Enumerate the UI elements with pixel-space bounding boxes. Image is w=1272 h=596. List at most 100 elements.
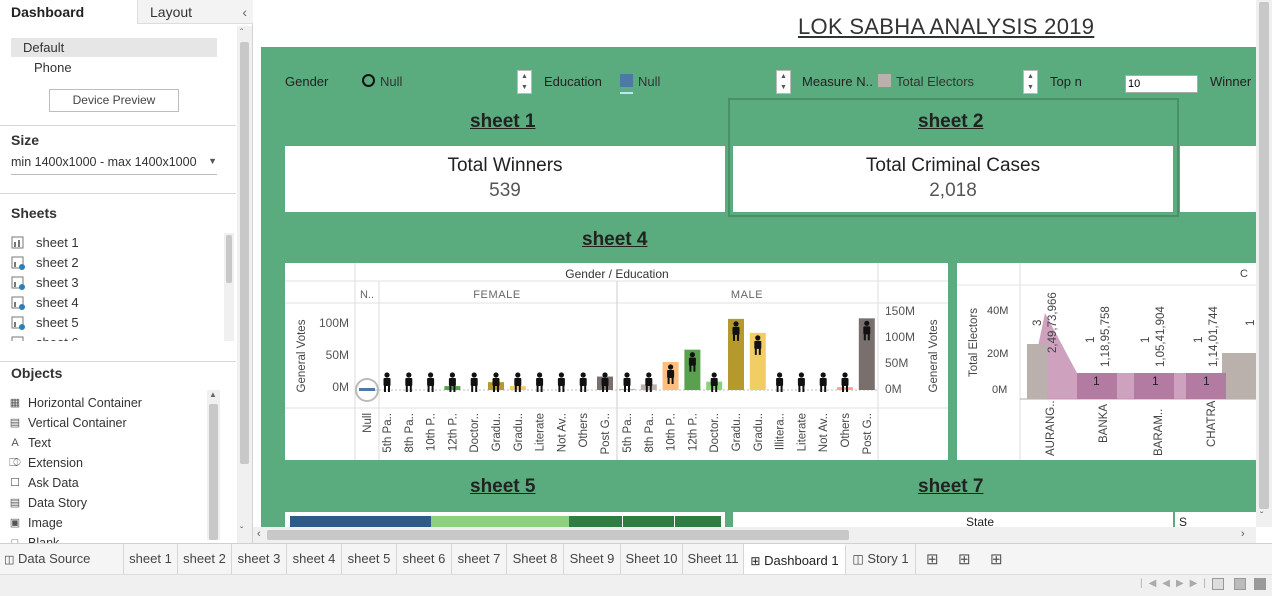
tab-layout[interactable]: Layout ‹ bbox=[137, 0, 253, 24]
sheet3-kpi-card-partial[interactable] bbox=[1180, 146, 1256, 212]
chevron-down-icon[interactable]: ▼ bbox=[777, 82, 790, 93]
person-figure-icon bbox=[797, 378, 805, 386]
y-tick-label: 100M bbox=[319, 316, 349, 330]
chevron-up-icon[interactable]: ▲ bbox=[1024, 71, 1037, 82]
new-worksheet-icon[interactable]: ⊞ bbox=[926, 550, 939, 568]
canvas-vertical-scrollbar[interactable]: ˇ bbox=[1256, 0, 1272, 527]
object-extension[interactable]: ⎄ Extension bbox=[9, 453, 83, 473]
sheet-navigation-icon[interactable]: |◀◀▶▶| bbox=[1140, 578, 1212, 589]
tab-sheet-8[interactable]: Sheet 8 bbox=[507, 544, 564, 574]
person-figure-icon bbox=[448, 378, 456, 386]
object-horizontal-container[interactable]: ▦ Horizontal Container bbox=[9, 393, 142, 413]
sheets-heading: Sheets bbox=[11, 205, 57, 221]
objects-scrollbar[interactable]: ▲ bbox=[207, 390, 220, 540]
chevron-left-icon[interactable]: ‹ bbox=[242, 0, 247, 24]
scrollbar-thumb[interactable] bbox=[209, 404, 218, 540]
person-figure-icon bbox=[427, 378, 435, 386]
tab-story-1[interactable]: ◫ Story 1 bbox=[846, 544, 916, 574]
person-figure-icon bbox=[715, 385, 718, 392]
scroll-left-icon[interactable]: ‹ bbox=[257, 528, 261, 540]
measure-stepper[interactable]: ▲ ▼ bbox=[1023, 70, 1038, 94]
sheet-list-item[interactable]: sheet 3 bbox=[11, 273, 79, 293]
scrollbar-thumb[interactable] bbox=[267, 530, 849, 540]
objects-list: ▦ Horizontal Container ▤ Vertical Containe… bbox=[0, 393, 205, 543]
object-vertical-container[interactable]: ▤ Vertical Container bbox=[9, 413, 127, 433]
gender-filter-value[interactable]: Null bbox=[380, 74, 402, 89]
facet-header: N.. bbox=[360, 289, 374, 301]
chevron-up-icon[interactable]: ▲ bbox=[518, 71, 531, 82]
scroll-down-icon[interactable]: ˇ bbox=[240, 526, 243, 537]
chevron-down-icon[interactable]: ▼ bbox=[1024, 82, 1037, 93]
new-story-icon[interactable]: ⊞ bbox=[990, 550, 1003, 568]
scrollbar-thumb[interactable] bbox=[226, 235, 232, 283]
person-figure-icon bbox=[470, 378, 478, 386]
tab-sheet-5[interactable]: sheet 5 bbox=[342, 544, 397, 574]
tab-dashboard[interactable]: Dashboard bbox=[0, 0, 137, 24]
sheet-list-item[interactable]: sheet 1 bbox=[11, 233, 79, 253]
left-panel-scrollbar[interactable]: ˆ ˇ bbox=[237, 26, 252, 543]
scroll-up-icon[interactable]: ˆ bbox=[240, 28, 243, 39]
show-sheet-sorter-icon[interactable] bbox=[1212, 578, 1224, 590]
show-tabs-icon[interactable] bbox=[1254, 578, 1266, 590]
sheet-list-item[interactable]: sheet 5 bbox=[11, 313, 79, 333]
tab-dashboard-1[interactable]: ⊞ Dashboard 1 bbox=[744, 544, 846, 574]
scrollbar-thumb[interactable] bbox=[1259, 2, 1269, 509]
gender-stepper[interactable]: ▲ ▼ bbox=[517, 70, 532, 94]
bar-mark bbox=[837, 387, 853, 390]
color-legend-swatch[interactable] bbox=[620, 74, 633, 87]
color-legend-swatch[interactable] bbox=[878, 74, 891, 87]
education-stepper[interactable]: ▲ ▼ bbox=[776, 70, 791, 94]
device-default[interactable]: Default bbox=[11, 38, 217, 57]
person-figure-icon bbox=[558, 385, 561, 392]
object-blank[interactable]: □ Blank bbox=[9, 533, 60, 543]
canvas-horizontal-scrollbar[interactable]: ‹ › bbox=[253, 527, 1256, 543]
tab-sheet-4[interactable]: sheet 4 bbox=[287, 544, 342, 574]
tab-sheet-1[interactable]: sheet 1 bbox=[124, 544, 178, 574]
tab-sheet-3[interactable]: sheet 3 bbox=[232, 544, 287, 574]
object-image[interactable]: ▣ Image bbox=[9, 513, 63, 533]
object-ask-data[interactable]: ☐ Ask Data bbox=[9, 473, 79, 493]
device-preview-button[interactable]: Device Preview bbox=[49, 89, 179, 112]
object-text[interactable]: A Text bbox=[9, 433, 51, 453]
tab-layout-label: Layout bbox=[150, 4, 193, 20]
topn-input[interactable] bbox=[1125, 75, 1198, 93]
circle-legend-icon[interactable] bbox=[362, 74, 375, 87]
chevron-up-icon[interactable]: ▲ bbox=[777, 71, 790, 82]
object-label: Horizontal Container bbox=[28, 396, 142, 410]
device-phone[interactable]: Phone bbox=[11, 58, 217, 77]
bar-mark[interactable] bbox=[569, 516, 622, 527]
sheet1-kpi-card[interactable]: Total Winners 539 bbox=[285, 146, 725, 212]
bar-mark[interactable] bbox=[290, 516, 431, 527]
sheet-list-item[interactable]: sheet 6 bbox=[11, 333, 79, 341]
tab-sheet-11[interactable]: Sheet 11 bbox=[683, 544, 744, 574]
object-data-story[interactable]: ▤ Data Story bbox=[9, 493, 87, 513]
scrollbar-thumb[interactable] bbox=[240, 42, 249, 464]
tab-data-source[interactable]: ◫ Data Source bbox=[0, 544, 124, 574]
scroll-up-icon[interactable]: ▲ bbox=[209, 390, 217, 399]
sheet-list-item[interactable]: sheet 4 bbox=[11, 293, 79, 313]
bar-mark[interactable] bbox=[622, 516, 674, 527]
education-filter-value[interactable]: Null bbox=[638, 74, 660, 89]
top-count-label: 1 bbox=[1193, 336, 1205, 343]
scroll-right-icon[interactable]: › bbox=[1241, 528, 1245, 540]
topn-parameter-label: Top n bbox=[1050, 74, 1082, 89]
tab-sheet-7[interactable]: sheet 7 bbox=[452, 544, 507, 574]
tab-sheet-2[interactable]: sheet 2 bbox=[178, 544, 232, 574]
bar-mark[interactable] bbox=[674, 516, 721, 527]
show-filmstrip-icon[interactable] bbox=[1234, 578, 1246, 590]
tab-sheet-6[interactable]: sheet 6 bbox=[397, 544, 452, 574]
sheets-scrollbar[interactable] bbox=[224, 233, 234, 341]
new-dashboard-icon[interactable]: ⊞ bbox=[958, 550, 971, 568]
sheet-list-item[interactable]: sheet 2 bbox=[11, 253, 79, 273]
measure-filter-value[interactable]: Total Electors bbox=[896, 74, 974, 89]
tab-sheet-9[interactable]: Sheet 9 bbox=[564, 544, 621, 574]
tab-sheet-10[interactable]: Sheet 10 bbox=[621, 544, 683, 574]
size-select[interactable]: min 1400x1000 - max 1400x1000 ▼ bbox=[11, 155, 217, 175]
gender-education-chart[interactable]: Gender / Education N.. FEMALE MALE General V… bbox=[285, 263, 948, 460]
bar-mark[interactable] bbox=[431, 516, 569, 527]
person-figure-icon bbox=[537, 372, 543, 378]
scroll-down-icon[interactable]: ˇ bbox=[1260, 511, 1263, 522]
sheet2-kpi-card[interactable]: Total Criminal Cases 2,018 bbox=[733, 146, 1173, 212]
chevron-down-icon[interactable]: ▼ bbox=[518, 82, 531, 93]
person-figure-icon bbox=[711, 385, 714, 392]
